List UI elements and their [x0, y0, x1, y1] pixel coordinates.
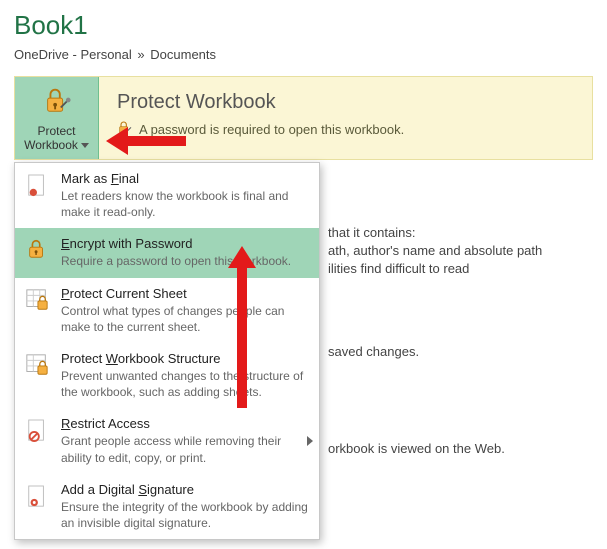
bg-text-line: that it contains: [328, 225, 415, 240]
bg-text-line: saved changes. [328, 344, 419, 359]
breadcrumb: OneDrive - Personal » Documents [14, 47, 593, 62]
menu-item-title: Restrict Access [61, 416, 309, 431]
signature-icon [23, 482, 51, 531]
chevron-right-icon [307, 436, 313, 446]
menu-item-mark-as-final[interactable]: Mark as Final Let readers know the workb… [15, 163, 319, 228]
header: Book1 OneDrive - Personal » Documents [0, 0, 607, 66]
menu-item-protect-workbook-structure[interactable]: Protect Workbook Structure Prevent unwan… [15, 343, 319, 408]
lock-key-icon [42, 85, 72, 118]
page-title: Book1 [14, 10, 593, 41]
protect-button-label: Protect Workbook [24, 124, 89, 152]
menu-item-desc: Prevent unwanted changes to the structur… [61, 368, 309, 400]
breadcrumb-location[interactable]: OneDrive - Personal [14, 47, 132, 62]
document-final-icon [23, 171, 51, 220]
menu-item-restrict-access[interactable]: Restrict Access Grant people access whil… [15, 408, 319, 473]
chevron-down-icon [81, 143, 89, 148]
menu-item-title: Add a Digital Signature [61, 482, 309, 497]
protect-button-line2: Workbook [24, 138, 78, 152]
menu-item-add-digital-signature[interactable]: Add a Digital Signature Ensure the integ… [15, 474, 319, 539]
restrict-icon [23, 416, 51, 465]
menu-item-title: Protect Workbook Structure [61, 351, 309, 366]
banner-title: Protect Workbook [117, 91, 570, 114]
menu-item-title: Mark as Final [61, 171, 309, 186]
protect-button-line1: Protect [37, 124, 75, 138]
menu-item-title: Protect Current Sheet [61, 286, 309, 301]
bg-text-line: orkbook is viewed on the Web. [328, 441, 505, 456]
menu-item-encrypt-with-password[interactable]: Encrypt with Password Require a password… [15, 228, 319, 277]
menu-item-desc: Grant people access while removing their… [61, 433, 309, 465]
protect-workbook-dropdown: Mark as Final Let readers know the workb… [14, 162, 320, 540]
menu-item-desc: Require a password to open this workbook… [61, 253, 309, 269]
menu-item-title: Encrypt with Password [61, 236, 309, 251]
protect-workbook-button[interactable]: Protect Workbook [15, 77, 99, 159]
annotation-arrow-left [106, 127, 186, 155]
bg-text-line: ath, author's name and absolute path [328, 243, 542, 258]
menu-item-desc: Ensure the integrity of the workbook by … [61, 499, 309, 531]
lock-icon [23, 236, 51, 269]
breadcrumb-separator: » [137, 47, 144, 62]
breadcrumb-folder[interactable]: Documents [150, 47, 216, 62]
menu-item-protect-current-sheet[interactable]: Protect Current Sheet Control what types… [15, 278, 319, 343]
menu-item-desc: Let readers know the workbook is final a… [61, 188, 309, 220]
annotation-arrow-up [228, 246, 256, 408]
protect-workbook-banner: Protect Workbook Protect Workbook A pass… [14, 76, 593, 160]
menu-item-desc: Control what types of changes people can… [61, 303, 309, 335]
bg-text-line: ilities find difficult to read [328, 261, 469, 276]
workbook-lock-icon [23, 351, 51, 400]
sheet-lock-icon [23, 286, 51, 335]
